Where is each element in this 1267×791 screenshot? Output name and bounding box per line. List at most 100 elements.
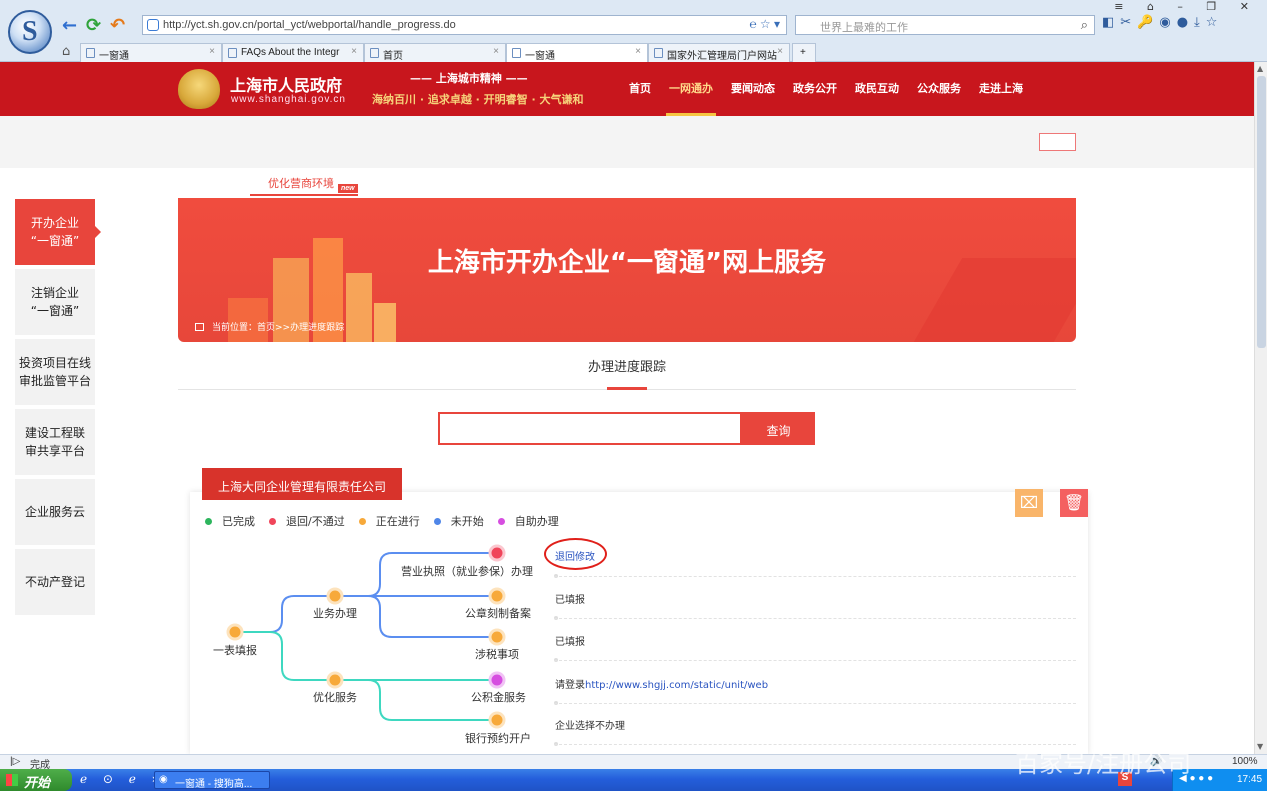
city-spirit-text: 海纳百川 · 追求卓越 · 开明睿智 · 大气谦和 [372,93,584,106]
sidebar-item-construction[interactable]: 建设工程联 审共享平台 [15,409,95,475]
taskbar-window-label: 一窗通 - 搜狗高... [175,779,253,790]
window-controls[interactable]: ≡ ⌂ – ❐ ✕ [1114,0,1259,13]
leaf-node-label: 涉税事项 [475,648,519,661]
root-node-dot[interactable] [226,623,244,641]
sidebar-item-label: 开办企业 “一窗通” [30,216,80,248]
sidebar-toggle-icon[interactable]: |▷ [10,756,20,767]
browser-search-input[interactable]: 世界上最难的工作 ⌕ [795,15,1095,35]
status-separator [554,576,1076,577]
status-separator [554,618,1076,619]
close-tab-icon[interactable]: × [493,46,499,57]
leaf-node-label: 公积金服务 [471,691,526,704]
legend-completed: 已完成 [205,513,255,529]
scroll-up-icon[interactable]: ▲ [1257,64,1263,73]
tab-label: FAQs About the Integr [241,47,340,58]
favorite-star-icon[interactable]: ℮ ☆ ▾ [749,17,780,31]
location-icon [195,323,204,331]
nav-open-government[interactable]: 政务公开 [784,62,846,116]
taskbar-window[interactable]: ◉ 一窗通 - 搜狗高... [154,771,270,790]
header-small-button[interactable] [1039,133,1076,151]
page-icon [370,48,379,58]
branch-node-label: 业务办理 [313,607,357,620]
nav-public-service[interactable]: 公众服务 [908,62,970,116]
search-placeholder: 世界上最难的工作 [820,22,908,34]
blue-dot-icon [433,517,441,525]
tab-safe[interactable]: 国家外汇管理局门户网站 × [648,43,790,62]
building-decoration [346,273,372,342]
site-name[interactable]: 上海市人民政府 [230,72,342,96]
new-badge: new [338,184,358,193]
nav-news[interactable]: 要闻动态 [722,62,784,116]
sidebar-item-label: 投资项目在线 审批监管平台 [18,356,91,388]
zoom-level[interactable]: 100% [1232,756,1258,767]
query-button[interactable]: 查询 [742,412,815,445]
tab-faqs[interactable]: FAQs About the Integr × [222,43,364,62]
tab-label: 国家外汇管理局门户网站 [667,51,777,62]
red-dot-icon [269,517,276,525]
tab-label: 一窗通 [525,51,555,62]
scroll-down-icon[interactable]: ▼ [1257,742,1263,751]
nav-home[interactable]: 首页 [620,62,660,116]
sidebar-item-real-estate[interactable]: 不动产登记 [15,549,95,615]
nav-interaction[interactable]: 政民互动 [846,62,908,116]
delete-icon[interactable]: 🗑 [1060,489,1088,517]
leaf-node-dot-returned[interactable] [488,544,506,562]
root-node-label: 一表填报 [213,644,257,657]
highlight-circle [544,538,607,570]
site-url: www.shanghai.gov.cn [231,94,346,105]
tab-yichuangtong-1[interactable]: 一窗通 × [80,43,222,62]
start-label: 开始 [24,775,51,790]
leaf-node-dot[interactable] [488,628,506,646]
orange-dot-icon [358,517,366,525]
tab-home[interactable]: 首页 × [364,43,506,62]
sidebar-item-cancel-company[interactable]: 注销企业 “一窗通” [15,269,95,335]
clock: 17:45 [1237,774,1263,785]
close-tab-icon[interactable]: × [209,46,215,57]
company-name-tab[interactable]: 上海大同企业管理有限责任公司 [202,468,402,500]
leaf-node-dot-self-service[interactable] [488,671,506,689]
sidebar-item-enterprise-cloud[interactable]: 企业服务云 [15,479,95,545]
leaf-node-dot[interactable] [488,587,506,605]
browser-logo-icon[interactable] [8,10,52,54]
legend-label: 已完成 [222,515,255,528]
sidebar-item-label: 企业服务云 [24,505,85,519]
quick-launch-icons[interactable]: ℯ ⊙ ℯ » [80,772,165,786]
tab-yichuangtong-active[interactable]: 一窗通 × [506,43,648,62]
search-icon[interactable]: ⌕ [1081,17,1088,33]
branch-node-dot[interactable] [326,587,344,605]
sidebar-item-open-company[interactable]: 开办企业 “一窗通” [15,199,101,265]
nav-online-service[interactable]: 一网通办 [660,62,722,116]
government-emblem-icon[interactable] [178,69,220,109]
status-row: 请登录http://www.shgjj.com/static/unit/web [548,676,1076,706]
page-scrollbar[interactable]: ▲ ▼ [1254,62,1267,754]
legend-label: 未开始 [450,515,484,528]
toolbar-icons[interactable]: ◧✂🔑◉●⤓☆ [1102,15,1223,30]
nav-about-shanghai[interactable]: 走进上海 [970,62,1032,116]
new-tab-button[interactable]: + [792,43,816,62]
sidebar-item-investment[interactable]: 投资项目在线 审批监管平台 [15,339,95,405]
housing-fund-link[interactable]: http://www.shgjj.com/static/unit/web [585,680,768,691]
branch-node-dot[interactable] [326,671,344,689]
breadcrumb-text[interactable]: 当前位置：首页>>办理进度跟踪 [212,323,344,333]
legend-label: 正在进行 [375,515,420,528]
close-tab-icon[interactable]: × [351,46,357,57]
address-bar[interactable]: http://yct.sh.gov.cn/portal_yct/webporta… [142,15,787,35]
status-text: 企业选择不办理 [555,721,625,732]
undo-icon[interactable]: ↶ [110,15,125,36]
start-button[interactable]: 开始 [0,769,72,791]
close-tab-icon[interactable]: × [635,46,641,57]
legend-self-service: 自助办理 [497,513,559,529]
scroll-thumb[interactable] [1257,76,1266,348]
tab-bar: 一窗通 × FAQs About the Integr × 首页 × 一窗通 × 国家外… [56,43,1256,62]
banner-title: 上海市开办企业“一窗通”网上服务 [427,248,827,278]
query-input[interactable] [438,412,742,445]
edit-icon[interactable]: ⌧ [1015,489,1043,517]
shield-icon [147,19,159,31]
leaf-node-dot[interactable] [488,711,506,729]
close-tab-icon[interactable]: × [777,46,783,57]
back-arrow-icon[interactable]: ← [62,15,77,36]
page-icon [512,48,521,58]
refresh-icon[interactable]: ⟳ [86,15,101,36]
breadcrumb: 当前位置：首页>>办理进度跟踪 [195,320,344,333]
status-text: 已填报 [555,637,585,648]
